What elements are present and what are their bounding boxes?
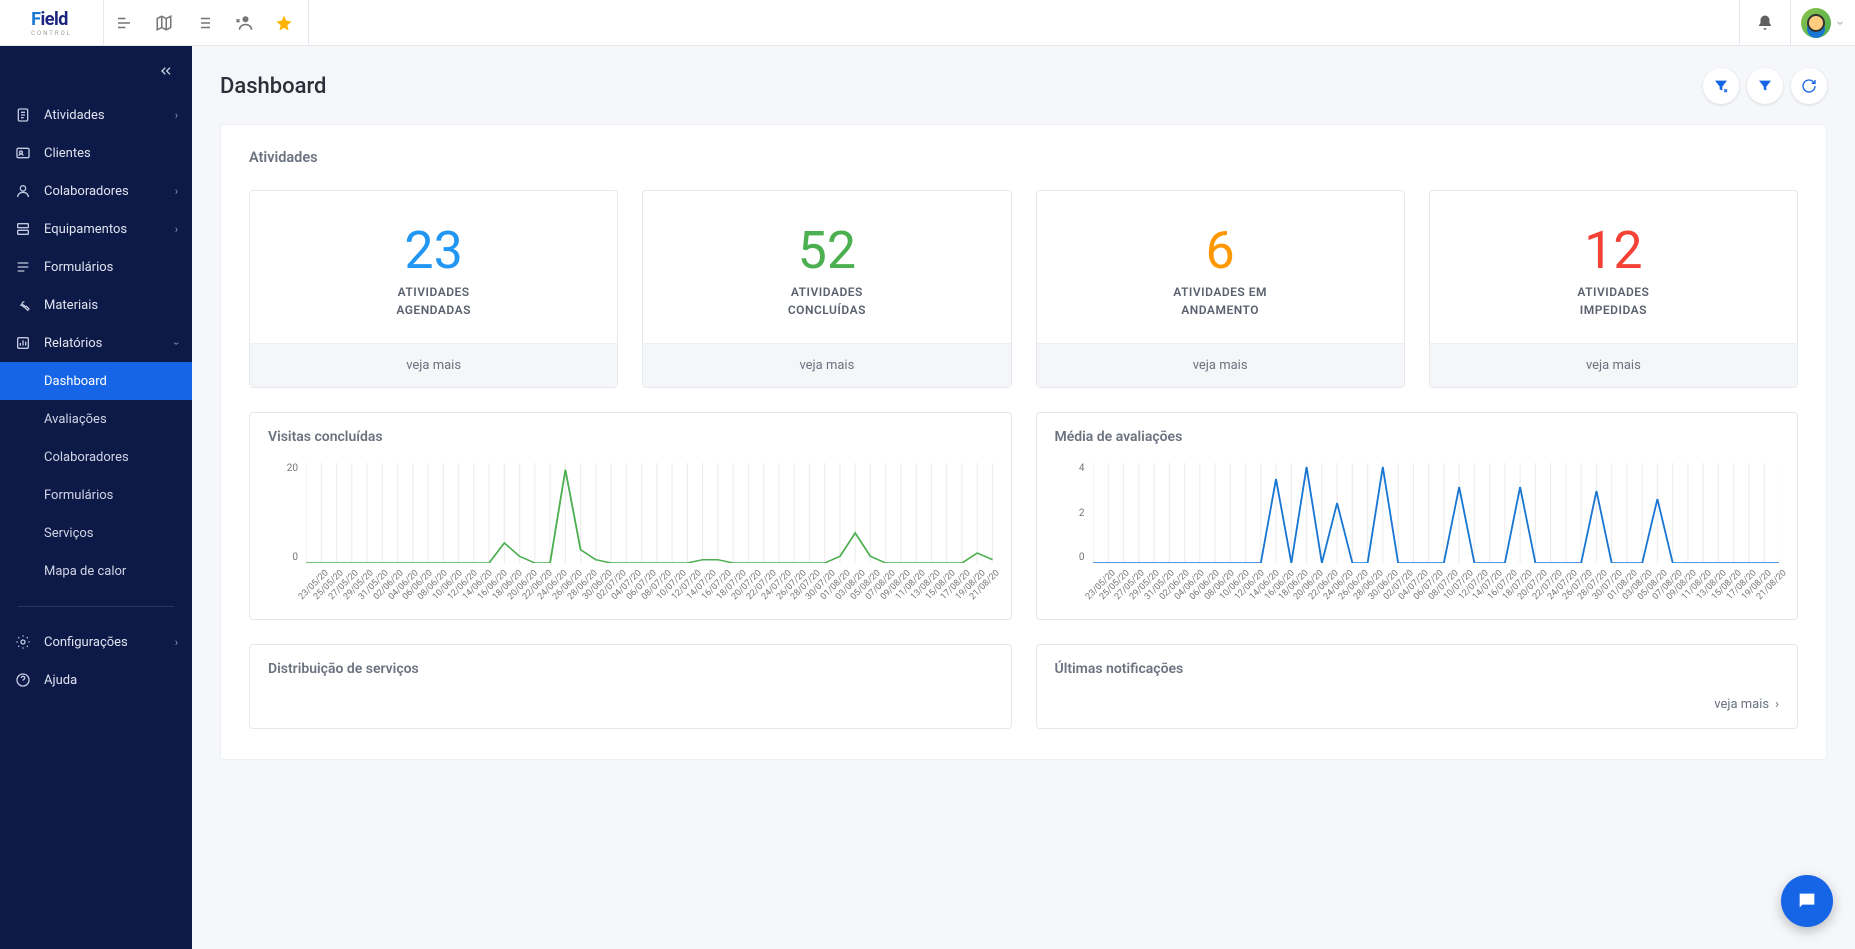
- clipboard-icon: [14, 107, 32, 123]
- server-icon: [14, 221, 32, 237]
- sidebar-item-colaboradores[interactable]: Colaboradores ›: [0, 172, 192, 210]
- wrench-icon: [14, 297, 32, 313]
- sidebar-sub-avaliacoes[interactable]: Avaliações: [0, 400, 192, 438]
- chevron-right-icon: ›: [1775, 697, 1779, 712]
- card-title: Distribuição de serviços: [268, 661, 993, 677]
- chevron-down-icon: [1835, 18, 1845, 28]
- menu-toggle-icon[interactable]: [104, 0, 144, 46]
- card-title: Últimas notificações: [1055, 661, 1780, 677]
- chart-plot: [306, 463, 993, 563]
- sidebar-item-atividades[interactable]: Atividades ›: [0, 96, 192, 134]
- sidebar: Atividades › Clientes Colaboradores › Eq…: [0, 46, 192, 949]
- sidebar-item-formularios[interactable]: Formulários: [0, 248, 192, 286]
- metric-card-impedidas: 12 ATIVIDADESIMPEDIDAS veja mais: [1429, 190, 1798, 388]
- chart-title: Visitas concluídas: [268, 429, 993, 445]
- sidebar-item-label: Atividades: [44, 108, 105, 123]
- notifications-icon[interactable]: [1740, 0, 1790, 46]
- sidebar-item-configuracoes[interactable]: Configurações ›: [0, 623, 192, 661]
- metric-value: 23: [262, 225, 605, 277]
- sidebar-sub-colaboradores[interactable]: Colaboradores: [0, 438, 192, 476]
- chart-icon: [14, 335, 32, 351]
- sidebar-item-label: Configurações: [44, 635, 128, 650]
- metric-cards-row: 23 ATIVIDADESAGENDADAS veja mais 52 ATIV…: [249, 190, 1798, 388]
- sidebar-item-clientes[interactable]: Clientes: [0, 134, 192, 172]
- y-axis: 200: [268, 463, 298, 563]
- sidebar-item-label: Colaboradores: [44, 184, 129, 199]
- avatar: [1801, 8, 1831, 38]
- logo-subtext: CONTROL: [31, 30, 72, 37]
- refresh-button[interactable]: [1791, 68, 1827, 104]
- clear-filter-button[interactable]: [1703, 68, 1739, 104]
- help-icon: [14, 672, 32, 688]
- chevron-right-icon: ›: [175, 223, 178, 236]
- chevron-right-icon: ›: [175, 185, 178, 198]
- chart-plot: [1093, 463, 1780, 563]
- metric-label: ATIVIDADESIMPEDIDAS: [1442, 283, 1785, 319]
- metric-link[interactable]: veja mais: [250, 343, 617, 387]
- sidebar-item-label: Formulários: [44, 260, 113, 275]
- metric-value: 12: [1442, 225, 1785, 277]
- form-icon: [14, 259, 32, 275]
- gear-icon: [14, 634, 32, 650]
- list-icon[interactable]: [184, 0, 224, 46]
- metric-label: ATIVIDADESAGENDADAS: [262, 283, 605, 319]
- sidebar-item-label: Materiais: [44, 298, 98, 313]
- collapse-sidebar-button[interactable]: [0, 46, 192, 96]
- sidebar-item-equipamentos[interactable]: Equipamentos ›: [0, 210, 192, 248]
- remove-user-icon[interactable]: [224, 0, 264, 46]
- chart-card-visitas: Visitas concluídas 200 23/05/2025/05/202…: [249, 412, 1012, 620]
- metric-card-andamento: 6 ATIVIDADES EMANDAMENTO veja mais: [1036, 190, 1405, 388]
- person-icon: [14, 183, 32, 199]
- topbar: Field CONTROL: [0, 0, 1855, 46]
- divider: [18, 606, 174, 607]
- sidebar-item-label: Relatórios: [44, 336, 102, 351]
- user-menu[interactable]: [1791, 0, 1855, 46]
- x-axis: 23/05/2025/05/2027/05/2029/05/2031/05/20…: [306, 567, 993, 611]
- sidebar-item-label: Equipamentos: [44, 222, 127, 237]
- sidebar-item-materiais[interactable]: Materiais: [0, 286, 192, 324]
- dashboard-panel: Atividades 23 ATIVIDADESAGENDADAS veja m…: [220, 124, 1827, 760]
- filter-button[interactable]: [1747, 68, 1783, 104]
- sidebar-sub-mapa[interactable]: Mapa de calor: [0, 552, 192, 590]
- metric-link[interactable]: veja mais: [643, 343, 1010, 387]
- sidebar-item-label: Ajuda: [44, 673, 77, 688]
- chart-title: Média de avaliações: [1055, 429, 1780, 445]
- star-icon[interactable]: [264, 0, 304, 46]
- card-ultimas-notificacoes: Últimas notificações veja mais ›: [1036, 644, 1799, 729]
- sidebar-item-ajuda[interactable]: Ajuda: [0, 661, 192, 699]
- chevron-right-icon: ›: [175, 636, 178, 649]
- notifications-more-link[interactable]: veja mais ›: [1055, 697, 1780, 712]
- metric-card-concluidas: 52 ATIVIDADESCONCLUÍDAS veja mais: [642, 190, 1011, 388]
- sidebar-sub-formularios[interactable]: Formulários: [0, 476, 192, 514]
- user-card-icon: [14, 145, 32, 161]
- chevron-down-icon: ›: [170, 341, 183, 344]
- map-icon[interactable]: [144, 0, 184, 46]
- metric-value: 6: [1049, 225, 1392, 277]
- metric-label: ATIVIDADES EMANDAMENTO: [1049, 283, 1392, 319]
- chevron-right-icon: ›: [175, 109, 178, 122]
- page-title: Dashboard: [220, 74, 326, 99]
- sidebar-sub-servicos[interactable]: Serviços: [0, 514, 192, 552]
- y-axis: 420: [1055, 463, 1085, 563]
- metric-link[interactable]: veja mais: [1430, 343, 1797, 387]
- section-title-atividades: Atividades: [249, 149, 1798, 166]
- chart-card-media: Média de avaliações 420 23/05/2025/05/20…: [1036, 412, 1799, 620]
- card-distribuicao-servicos: Distribuição de serviços: [249, 644, 1012, 729]
- metric-link[interactable]: veja mais: [1037, 343, 1404, 387]
- logo[interactable]: Field CONTROL: [0, 0, 104, 46]
- metric-label: ATIVIDADESCONCLUÍDAS: [655, 283, 998, 319]
- metric-value: 52: [655, 225, 998, 277]
- x-axis: 23/05/2025/05/2027/05/2029/05/2031/05/20…: [1093, 567, 1780, 611]
- sidebar-item-relatorios[interactable]: Relatórios ›: [0, 324, 192, 362]
- main-content: Dashboard Atividades 23 ATIVID: [192, 46, 1855, 949]
- metric-card-agendadas: 23 ATIVIDADESAGENDADAS veja mais: [249, 190, 618, 388]
- chat-fab[interactable]: [1781, 875, 1833, 927]
- sidebar-item-label: Clientes: [44, 146, 91, 161]
- logo-letter: F: [31, 9, 40, 30]
- sidebar-sub-dashboard[interactable]: Dashboard: [0, 362, 192, 400]
